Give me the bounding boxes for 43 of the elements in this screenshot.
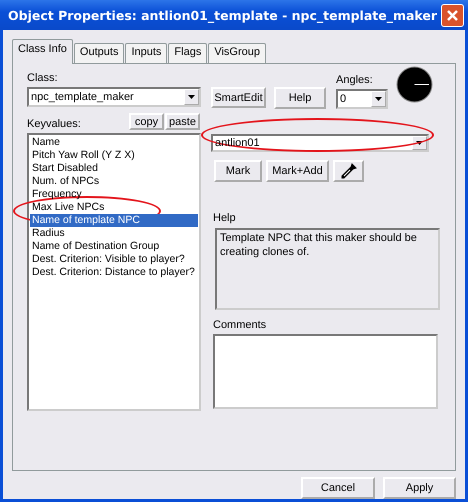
dropdown-arrow-icon [375, 97, 382, 101]
keyvalues-label: Keyvalues: [27, 118, 81, 130]
cancel-button[interactable]: Cancel [301, 477, 375, 499]
list-item[interactable]: Pitch Yaw Roll (Y Z X) [30, 149, 198, 162]
class-dropdown[interactable]: npc_template_maker [27, 87, 201, 107]
apply-button[interactable]: Apply [383, 477, 456, 499]
dropdown-arrow-icon [188, 95, 195, 99]
value-dropdown[interactable]: antlion01 [211, 134, 429, 152]
eyedropper-button[interactable] [333, 160, 364, 182]
mark-button[interactable]: Mark [214, 160, 262, 182]
tab[interactable]: VisGroup [208, 43, 266, 63]
smartedit-button[interactable]: SmartEdit [211, 87, 266, 108]
window-title: Object Properties: antlion01_template - npc_template_maker [8, 8, 438, 22]
list-item[interactable]: Start Disabled [30, 162, 198, 175]
angle-dial-icon [396, 66, 433, 103]
help-label: Help [213, 212, 237, 224]
class-label: Class: [27, 72, 59, 84]
comments-label: Comments [213, 319, 268, 331]
list-item[interactable]: Dest. Criterion: Visible to player? [30, 253, 198, 266]
list-item[interactable]: Max Live NPCs [30, 201, 198, 214]
mark-add-button[interactable]: Mark+Add [266, 160, 329, 182]
comments-field[interactable] [213, 334, 438, 409]
eyedropper-icon [340, 163, 356, 179]
help-text: Template NPC that this maker should be creating clones of. [215, 228, 440, 310]
list-item[interactable]: Num. of NPCs [30, 175, 198, 188]
list-item[interactable]: Frequency [30, 188, 198, 201]
tab[interactable]: Outputs [74, 43, 124, 63]
list-item[interactable]: Radius [30, 227, 198, 240]
copy-button[interactable]: copy [129, 113, 164, 130]
list-item[interactable]: Dest. Criterion: Distance to player? [30, 266, 198, 279]
help-button[interactable]: Help [274, 87, 326, 109]
list-item[interactable]: Name [30, 136, 198, 149]
angles-label: Angles: [336, 74, 374, 86]
tab[interactable]: Flags [168, 43, 208, 63]
close-icon [447, 10, 458, 20]
dropdown-arrow-icon [416, 141, 423, 145]
paste-button[interactable]: paste [165, 113, 200, 130]
list-item[interactable]: Name of template NPC [30, 214, 198, 227]
list-item[interactable]: Name of Destination Group [30, 240, 198, 253]
tab[interactable]: Inputs [125, 43, 168, 63]
close-button[interactable] [441, 4, 464, 26]
angles-dropdown[interactable]: 0 [336, 89, 388, 109]
tab[interactable]: Class Info [12, 39, 73, 64]
